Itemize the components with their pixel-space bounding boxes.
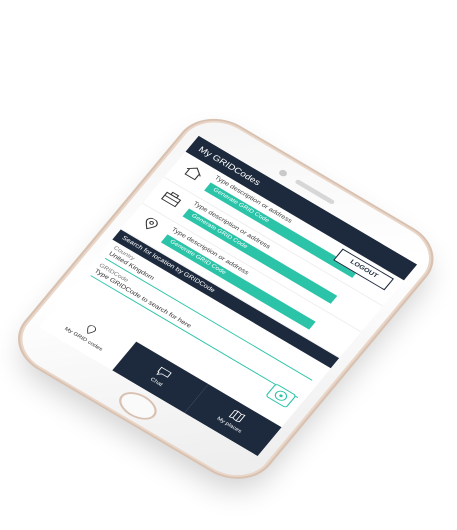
briefcase-icon xyxy=(160,191,182,208)
phone-body: My GRIDCodes Type description or address… xyxy=(8,110,444,488)
tab-label: Chat xyxy=(148,376,164,388)
front-camera xyxy=(277,168,289,178)
map-pin-icon xyxy=(145,217,158,230)
map-icon xyxy=(228,409,246,423)
stage: My GRIDCodes Type description or address… xyxy=(0,0,457,530)
phone-device: My GRIDCodes Type description or address… xyxy=(8,110,444,488)
home-icon xyxy=(184,167,201,181)
map-pin-icon xyxy=(87,325,97,335)
phone-screen: My GRIDCodes Type description or address… xyxy=(39,135,418,457)
chat-icon xyxy=(156,366,172,378)
